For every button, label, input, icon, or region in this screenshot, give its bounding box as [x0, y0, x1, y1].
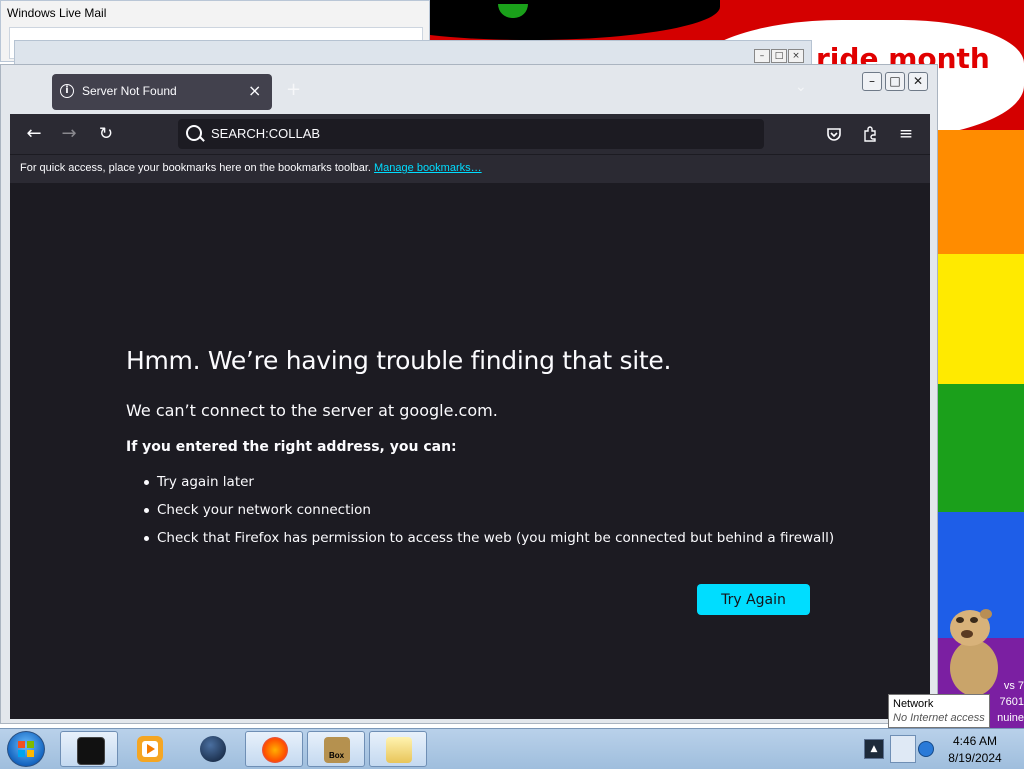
- extensions-icon[interactable]: [859, 123, 881, 145]
- explorer-icon: [386, 737, 412, 763]
- terminal-icon: [77, 737, 105, 765]
- close-icon: ✕: [912, 74, 924, 88]
- suggestion-list: Try again later Check your network conne…: [142, 473, 834, 557]
- bookmarks-toolbar: For quick access, place your bookmarks h…: [10, 154, 930, 183]
- list-item: Check your network connection: [142, 501, 834, 529]
- url-input[interactable]: SEARCH:COLLAB: [211, 126, 320, 141]
- forward-arrow-icon[interactable]: →: [57, 122, 81, 146]
- search-icon: [186, 125, 202, 141]
- list-all-tabs-icon[interactable]: ⌄: [795, 79, 807, 95]
- firefox-window: i Server Not Found × + ⌄ – □ ✕ ← → ↻ SEA…: [0, 64, 938, 724]
- error-page: Hmm. We’re having trouble finding that s…: [10, 183, 930, 719]
- globe-icon: [200, 736, 226, 762]
- show-hidden-icons-button[interactable]: ▲: [864, 739, 884, 759]
- window-title: Windows Live Mail: [7, 6, 107, 20]
- hamburger-menu-icon[interactable]: ≡: [895, 123, 917, 145]
- back-arrow-icon[interactable]: ←: [22, 122, 46, 146]
- tooltip-title: Network: [893, 698, 934, 710]
- taskbar-program-terminal[interactable]: [60, 731, 118, 767]
- media-player-icon: [137, 736, 163, 762]
- error-description: We can’t connect to the server at google…: [126, 401, 498, 420]
- pocket-icon[interactable]: [823, 123, 845, 145]
- bookmarks-hint: For quick access, place your bookmarks h…: [20, 162, 482, 174]
- maximize-button[interactable]: □: [885, 72, 905, 91]
- plus-icon[interactable]: +: [286, 79, 301, 100]
- box-game-icon: Box: [324, 737, 350, 763]
- windows-version-text: vs 7 7601 nuine: [997, 680, 1024, 724]
- navigation-toolbar: ← → ↻ SEARCH:COLLAB ≡: [10, 114, 930, 154]
- volume-icon[interactable]: [918, 741, 934, 757]
- address-bar[interactable]: SEARCH:COLLAB: [178, 119, 764, 149]
- list-item: Check that Firefox has permission to acc…: [142, 529, 834, 557]
- error-title: Hmm. We’re having trouble finding that s…: [126, 346, 672, 375]
- maximize-icon[interactable]: □: [771, 49, 787, 63]
- close-icon[interactable]: ×: [788, 49, 804, 63]
- network-icon[interactable]: [890, 735, 916, 763]
- start-button[interactable]: [7, 731, 45, 767]
- clock-date: 8/19/2024: [948, 751, 1002, 765]
- taskbar-program-globe[interactable]: [184, 731, 242, 767]
- windows-logo-icon: [18, 741, 34, 757]
- maximize-icon: □: [889, 74, 901, 88]
- taskbar: Box ▲ 4:46 AM 8/19/2024: [0, 728, 1024, 769]
- close-window-button[interactable]: ✕: [908, 72, 928, 91]
- clock-time: 4:46 AM: [952, 734, 998, 748]
- list-item: Try again later: [142, 473, 834, 501]
- tab-server-not-found[interactable]: i Server Not Found ×: [52, 74, 272, 110]
- manage-bookmarks-link[interactable]: Manage bookmarks…: [374, 162, 482, 174]
- taskbar-program-firefox[interactable]: [245, 731, 303, 767]
- close-icon[interactable]: ×: [248, 81, 261, 100]
- taskbar-program-box-game[interactable]: Box: [307, 731, 365, 767]
- network-tooltip: Network No Internet access: [888, 694, 990, 728]
- info-icon: i: [60, 84, 74, 98]
- tooltip-body: No Internet access: [893, 712, 985, 724]
- tab-title: Server Not Found: [82, 84, 177, 98]
- minimize-button[interactable]: –: [862, 72, 882, 91]
- rainbow-stripe-green: [938, 384, 1024, 512]
- rainbow-stripe-orange: [938, 130, 1024, 254]
- taskbar-program-media-player[interactable]: [121, 731, 179, 767]
- reload-icon[interactable]: ↻: [94, 122, 118, 146]
- clock[interactable]: 4:46 AM 8/19/2024: [940, 733, 1010, 767]
- minimize-icon: –: [869, 74, 875, 88]
- error-hint: If you entered the right address, you ca…: [126, 439, 457, 455]
- firefox-icon: [262, 737, 288, 763]
- try-again-button[interactable]: Try Again: [697, 584, 810, 615]
- minimize-icon[interactable]: –: [754, 49, 770, 63]
- taskbar-program-explorer[interactable]: [369, 731, 427, 767]
- rainbow-stripe-yellow: [938, 254, 1024, 384]
